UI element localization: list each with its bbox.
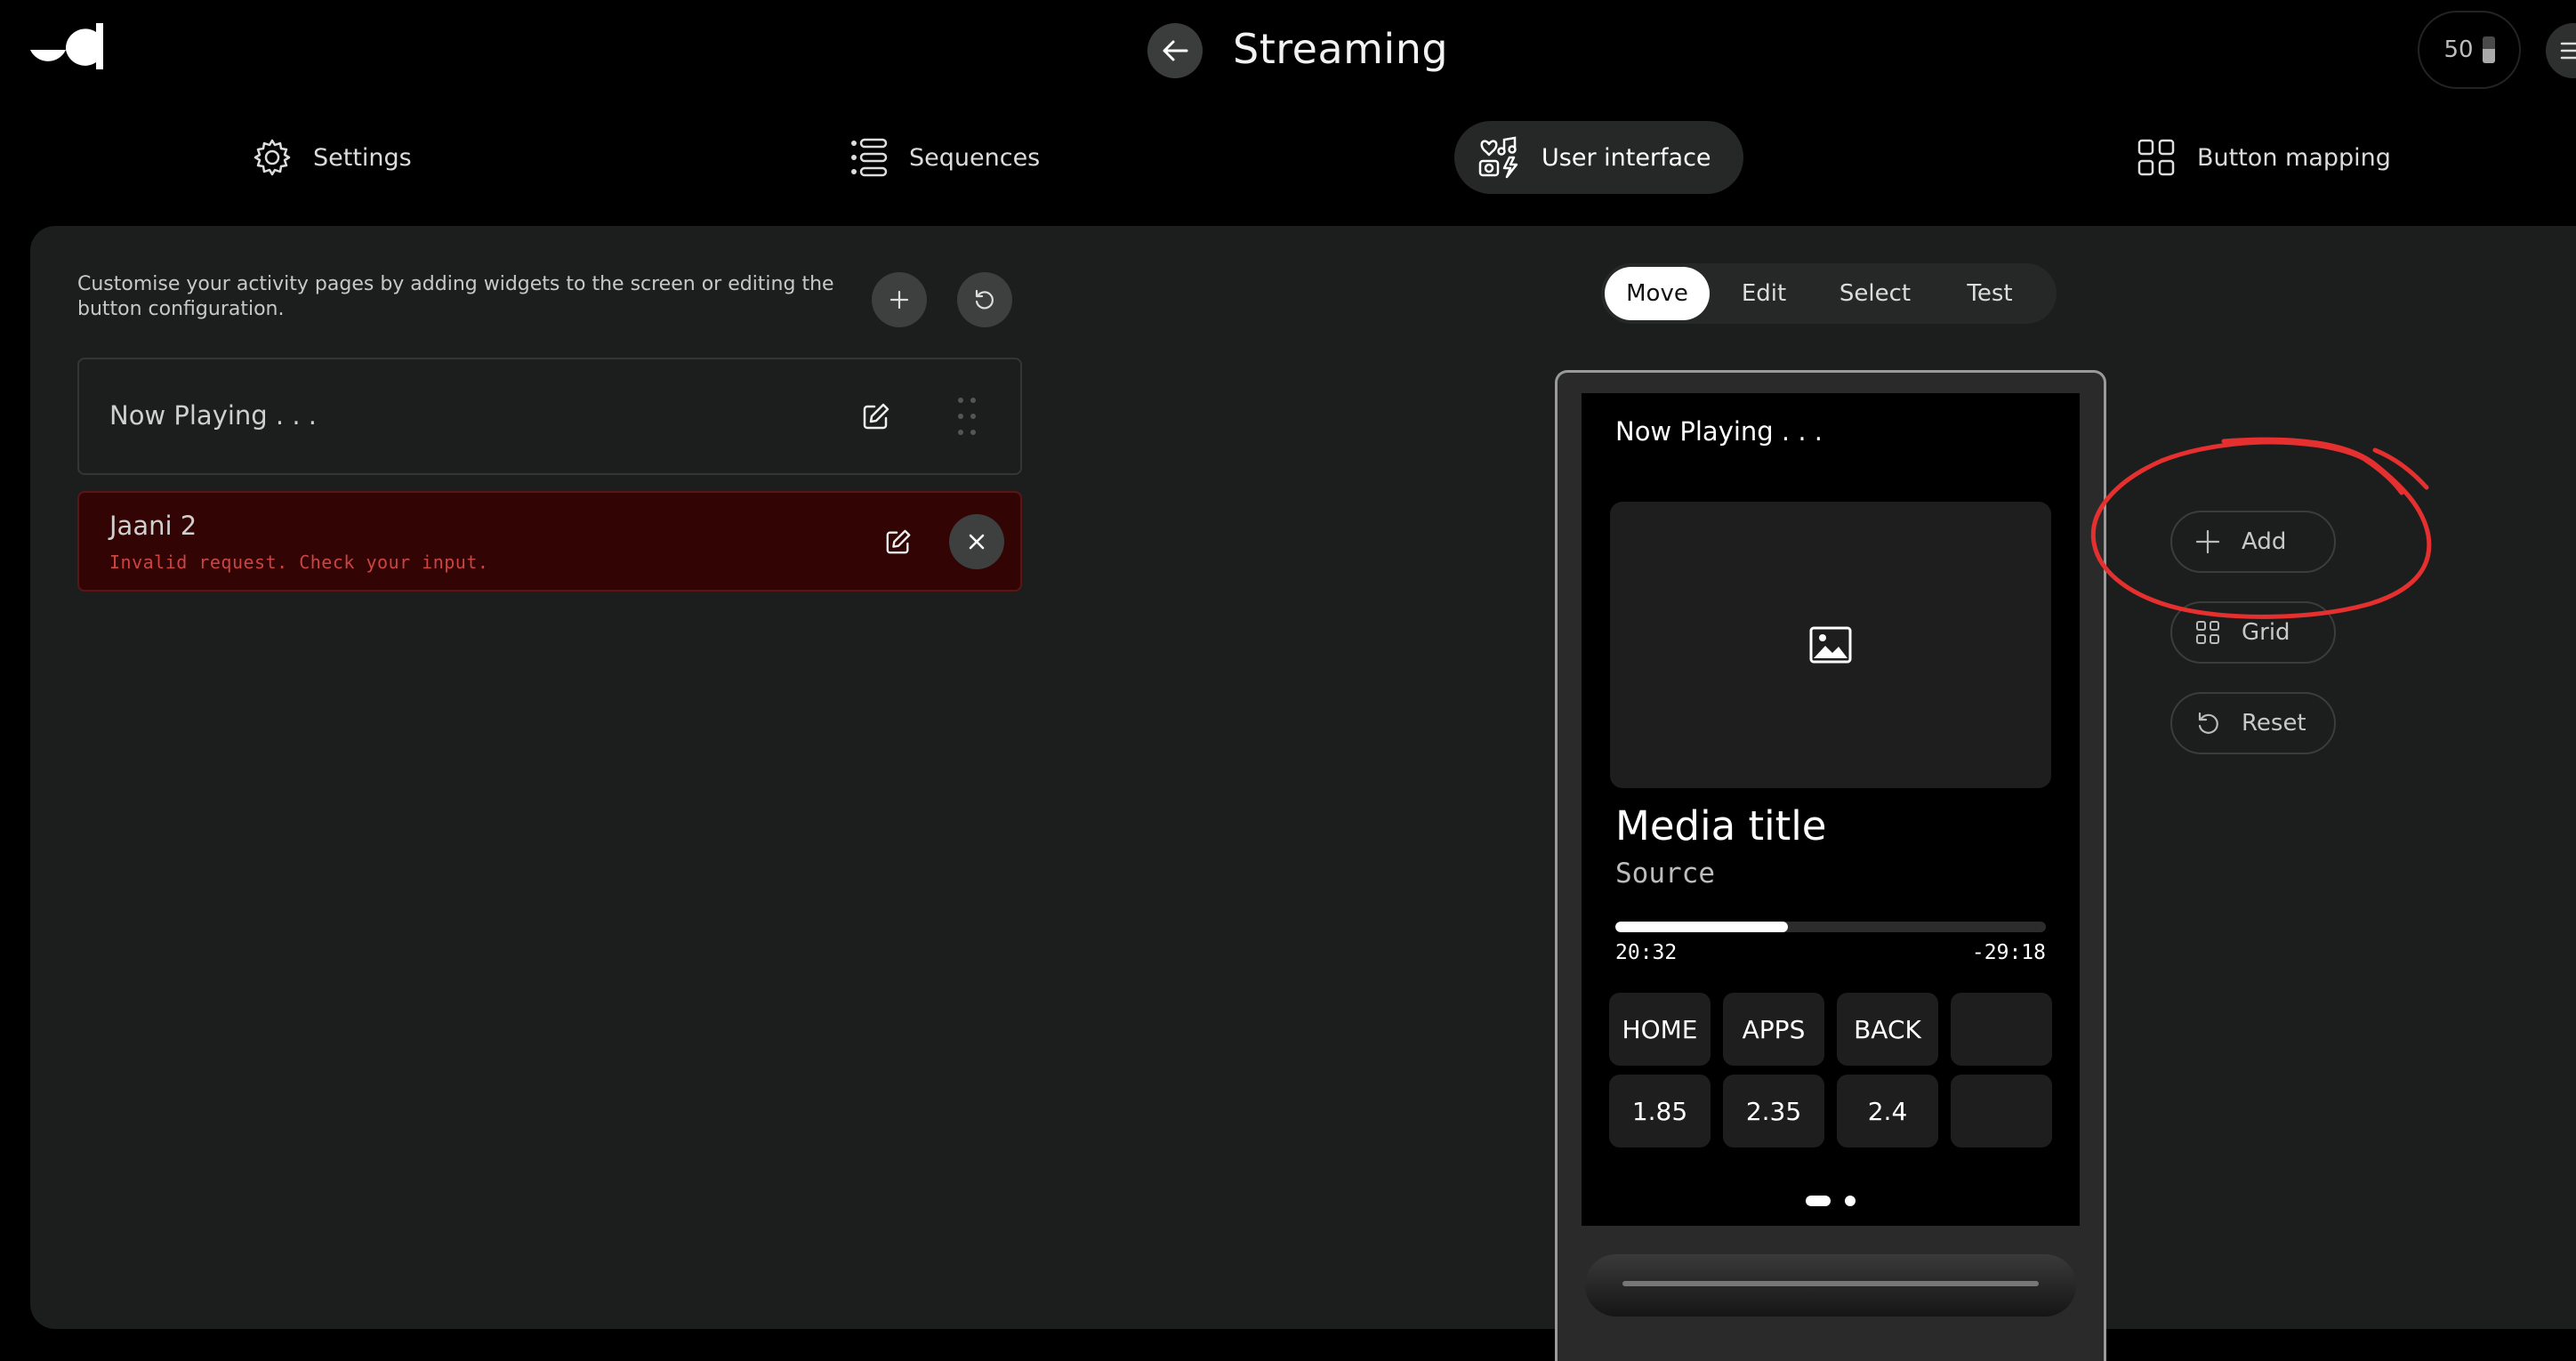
- tab-settings[interactable]: Settings: [253, 121, 412, 194]
- mode-segmented-control: Move Edit Select Test: [1601, 263, 2057, 324]
- page-title: Streaming: [1233, 25, 1449, 73]
- screen-button-apps[interactable]: APPS: [1723, 993, 1824, 1066]
- page-description: Customise your activity pages by adding …: [77, 273, 834, 320]
- edit-icon: [886, 529, 911, 554]
- image-icon: [1809, 626, 1852, 664]
- page-indicator-active[interactable]: [1806, 1196, 1831, 1206]
- grid-icon: [2137, 139, 2175, 176]
- mode-edit[interactable]: Edit: [1715, 267, 1813, 320]
- back-button[interactable]: [1147, 23, 1203, 78]
- battery-indicator[interactable]: 50: [2418, 11, 2521, 89]
- mode-move[interactable]: Move: [1605, 267, 1710, 320]
- screen-button-home[interactable]: HOME: [1609, 993, 1711, 1066]
- tab-label: Settings: [313, 143, 412, 172]
- drag-handle[interactable]: [957, 397, 977, 436]
- mode-select[interactable]: Select: [1820, 267, 1930, 320]
- list-item-now-playing[interactable]: Now Playing . . .: [77, 358, 1022, 475]
- screen-button-empty[interactable]: [1951, 993, 2052, 1066]
- media-progress-bar: [1615, 922, 2046, 932]
- undo-icon: [2198, 712, 2218, 734]
- close-icon: [969, 534, 985, 550]
- menu-button[interactable]: [2546, 23, 2576, 78]
- user-interface-icon: [1478, 136, 1518, 179]
- remaining-time: -29:18: [1971, 941, 2046, 964]
- tab-button-mapping[interactable]: Button mapping: [2137, 121, 2391, 194]
- error-message: Invalid request. Check your input.: [109, 552, 489, 573]
- list-item-label: Jaani 2: [109, 511, 197, 541]
- reset-pages-button[interactable]: [957, 272, 1012, 327]
- page-indicator[interactable]: [1845, 1196, 1856, 1206]
- media-artwork-widget[interactable]: [1610, 502, 2051, 788]
- undo-icon: [975, 289, 994, 310]
- screen-button-back[interactable]: BACK: [1837, 993, 1938, 1066]
- delete-button[interactable]: [949, 514, 1004, 569]
- device-bottom-bar: [1585, 1254, 2076, 1317]
- gear-icon: [254, 139, 291, 176]
- reset-layout-button[interactable]: Reset: [2170, 692, 2336, 754]
- screen-button-2-4[interactable]: 2.4: [1837, 1075, 1938, 1148]
- reset-label: Reset: [2242, 710, 2306, 737]
- edit-button[interactable]: [862, 402, 890, 431]
- tab-label: User interface: [1542, 143, 1711, 172]
- tab-label: Button mapping: [2197, 143, 2391, 172]
- plus-icon: [890, 290, 909, 310]
- annotation-circle: [2081, 418, 2437, 640]
- tab-user-interface[interactable]: User interface: [1454, 121, 1743, 194]
- tab-label: Sequences: [909, 143, 1041, 172]
- screen-button-empty[interactable]: [1951, 1075, 2052, 1148]
- hamburger-icon: [2560, 42, 2576, 60]
- add-page-button[interactable]: [872, 272, 927, 327]
- list-item-label: Now Playing . . .: [109, 400, 318, 431]
- arrow-left-icon: [1163, 40, 1188, 61]
- media-source: Source: [1615, 858, 1715, 890]
- battery-icon: [2482, 36, 2495, 63]
- screen-button-2-35[interactable]: 2.35: [1723, 1075, 1824, 1148]
- edit-button[interactable]: [885, 528, 912, 555]
- tab-sequences[interactable]: Sequences: [849, 121, 1040, 194]
- screen-page-title: Now Playing . . .: [1615, 416, 1823, 447]
- drag-handle-icon: [958, 398, 976, 435]
- list-item-jaani-2[interactable]: Jaani 2 Invalid request. Check your inpu…: [77, 491, 1022, 592]
- elapsed-time: 20:32: [1615, 941, 1678, 964]
- media-title: Media title: [1615, 802, 1827, 850]
- logo-icon: [30, 23, 103, 69]
- battery-level: 50: [2443, 36, 2474, 63]
- app-logo[interactable]: [30, 23, 103, 71]
- edit-icon: [863, 403, 890, 430]
- mode-test[interactable]: Test: [1937, 267, 2042, 320]
- screen-button-1-85[interactable]: 1.85: [1609, 1075, 1711, 1148]
- list-icon: [851, 138, 888, 177]
